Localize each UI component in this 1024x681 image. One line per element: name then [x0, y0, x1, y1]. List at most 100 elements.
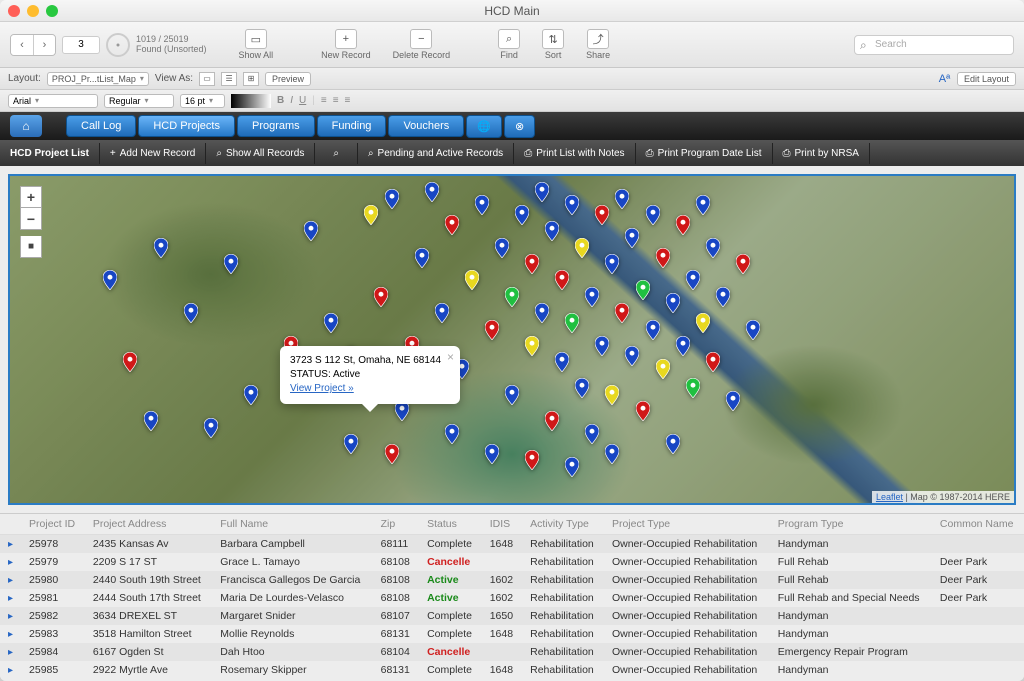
- tab-call-log[interactable]: Call Log: [66, 115, 136, 137]
- map-pin[interactable]: [224, 254, 238, 274]
- column-header[interactable]: Activity Type: [522, 514, 604, 535]
- map-pin[interactable]: [545, 221, 559, 241]
- map[interactable]: + − ■ × 3723 S 112 St, Omaha, NE 68144 S…: [8, 174, 1016, 505]
- share-button[interactable]: ⤴Share: [578, 27, 618, 62]
- map-pin[interactable]: [585, 424, 599, 444]
- view-list-button[interactable]: ☰: [221, 72, 237, 86]
- map-pin[interactable]: [625, 228, 639, 248]
- table-row[interactable]: ▸259833518 Hamilton StreetMollie Reynold…: [0, 625, 1024, 643]
- table-row[interactable]: ▸259802440 South 19th StreetFrancisca Ga…: [0, 571, 1024, 589]
- search-action-button[interactable]: ⌕: [315, 143, 358, 164]
- map-pin[interactable]: [395, 401, 409, 421]
- map-pin[interactable]: [304, 221, 318, 241]
- map-pin[interactable]: [374, 287, 388, 307]
- map-pin[interactable]: [726, 391, 740, 411]
- print-notes-button[interactable]: ⎙Print List with Notes: [514, 143, 635, 164]
- map-pin[interactable]: [364, 205, 378, 225]
- table-row[interactable]: ▸259792209 S 17 STGrace L. Tamayo68108Ca…: [0, 553, 1024, 571]
- search-input[interactable]: Search: [854, 35, 1014, 55]
- column-header[interactable]: Project Type: [604, 514, 770, 535]
- map-pin[interactable]: [605, 385, 619, 405]
- style-dropdown[interactable]: Regular: [104, 94, 174, 108]
- map-pin[interactable]: [425, 182, 439, 202]
- map-pin[interactable]: [485, 444, 499, 464]
- map-pin[interactable]: [625, 346, 639, 366]
- map-pin[interactable]: [555, 270, 569, 290]
- map-pin[interactable]: [184, 303, 198, 323]
- map-pin[interactable]: [585, 287, 599, 307]
- find-button[interactable]: ⌕Find: [490, 27, 528, 62]
- tab-funding[interactable]: Funding: [317, 115, 387, 137]
- edit-layout-button[interactable]: Edit Layout: [957, 72, 1016, 86]
- print-nrsa-button[interactable]: ⎙Print by NRSA: [773, 143, 870, 164]
- bold-button[interactable]: B: [277, 95, 284, 106]
- home-button[interactable]: ⌂: [10, 115, 42, 137]
- view-form-button[interactable]: ▭: [199, 72, 215, 86]
- map-pin[interactable]: [736, 254, 750, 274]
- map-pin[interactable]: [535, 303, 549, 323]
- record-pie-icon[interactable]: [106, 33, 130, 57]
- map-pin[interactable]: [344, 434, 358, 454]
- map-pin[interactable]: [485, 320, 499, 340]
- map-pin[interactable]: [666, 293, 680, 313]
- zoom-in-button[interactable]: +: [20, 186, 42, 208]
- column-header[interactable]: Project Address: [85, 514, 212, 535]
- map-pin[interactable]: [204, 418, 218, 438]
- map-pin[interactable]: [505, 287, 519, 307]
- map-pin[interactable]: [565, 313, 579, 333]
- map-pin[interactable]: [445, 215, 459, 235]
- map-pin[interactable]: [525, 450, 539, 470]
- column-header[interactable]: Program Type: [770, 514, 932, 535]
- preview-button[interactable]: Preview: [265, 72, 311, 86]
- map-pin[interactable]: [575, 378, 589, 398]
- map-pin[interactable]: [686, 270, 700, 290]
- zoom-out-button[interactable]: −: [20, 208, 42, 230]
- sort-button[interactable]: ⇅Sort: [534, 27, 572, 62]
- map-pin[interactable]: [525, 254, 539, 274]
- aa-icon[interactable]: Aª: [939, 73, 950, 85]
- map-pin[interactable]: [495, 238, 509, 258]
- map-pin[interactable]: [505, 385, 519, 405]
- map-pin[interactable]: [636, 280, 650, 300]
- map-pin[interactable]: [565, 195, 579, 215]
- tab-close-icon[interactable]: ⊗: [504, 115, 535, 138]
- table-row[interactable]: ▸259782435 Kansas AvBarbara Campbell6811…: [0, 535, 1024, 554]
- map-pin[interactable]: [636, 401, 650, 421]
- font-dropdown[interactable]: Arial: [8, 94, 98, 108]
- map-pin[interactable]: [465, 270, 479, 290]
- map-pin[interactable]: [696, 195, 710, 215]
- map-pin[interactable]: [605, 444, 619, 464]
- map-pin[interactable]: [385, 189, 399, 209]
- popup-close-button[interactable]: ×: [447, 349, 454, 366]
- column-header[interactable]: Zip: [373, 514, 419, 535]
- map-pin[interactable]: [646, 320, 660, 340]
- map-pin[interactable]: [646, 205, 660, 225]
- color-swatch[interactable]: [231, 94, 271, 108]
- map-pin[interactable]: [123, 352, 137, 372]
- map-pin[interactable]: [706, 238, 720, 258]
- map-pin[interactable]: [686, 378, 700, 398]
- map-pin[interactable]: [656, 248, 670, 268]
- new-record-button[interactable]: +New Record: [313, 27, 379, 62]
- map-pin[interactable]: [696, 313, 710, 333]
- map-pin[interactable]: [385, 444, 399, 464]
- map-pin[interactable]: [244, 385, 258, 405]
- project-table-container[interactable]: Project IDProject AddressFull NameZipSta…: [0, 513, 1024, 681]
- map-pin[interactable]: [144, 411, 158, 431]
- layout-dropdown[interactable]: PROJ_Pr...tList_Map: [47, 72, 149, 86]
- map-pin[interactable]: [615, 189, 629, 209]
- show-all-records-button[interactable]: ⌕Show All Records: [206, 143, 315, 164]
- record-number-field[interactable]: 3: [62, 36, 100, 54]
- forward-button[interactable]: ›: [33, 35, 55, 55]
- column-header[interactable]: Status: [419, 514, 482, 535]
- map-pin[interactable]: [746, 320, 760, 340]
- map-pin[interactable]: [676, 336, 690, 356]
- map-pin[interactable]: [515, 205, 529, 225]
- map-pin[interactable]: [525, 336, 539, 356]
- map-stop-button[interactable]: ■: [20, 236, 42, 258]
- map-pin[interactable]: [676, 215, 690, 235]
- zoom-window-button[interactable]: [46, 5, 58, 17]
- map-pin[interactable]: [666, 434, 680, 454]
- column-header[interactable]: Full Name: [212, 514, 372, 535]
- map-pin[interactable]: [575, 238, 589, 258]
